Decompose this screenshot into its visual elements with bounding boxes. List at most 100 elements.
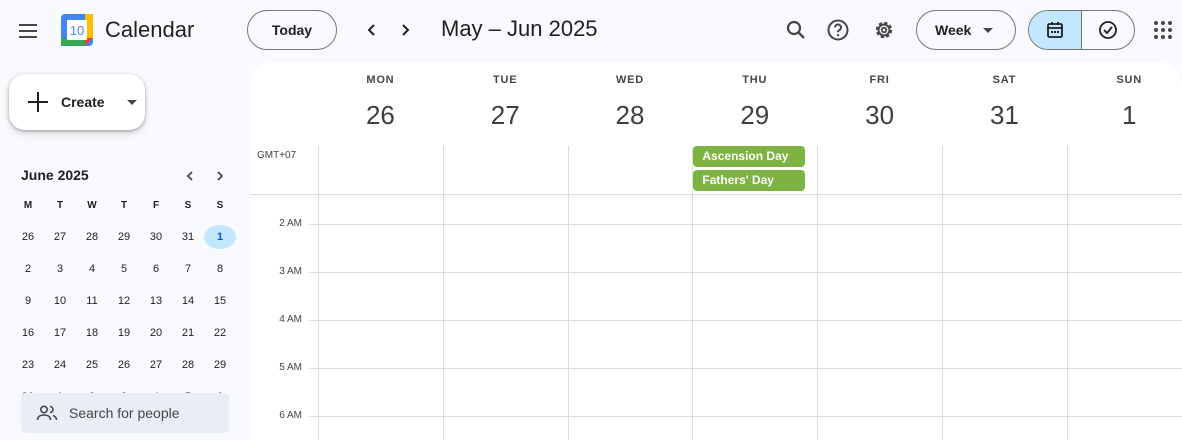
- search-icon: [786, 20, 805, 39]
- day-number: 27: [490, 100, 520, 130]
- mini-calendar-day[interactable]: 14: [172, 289, 204, 313]
- mini-calendar-day[interactable]: 4: [76, 257, 108, 281]
- help-icon: [827, 19, 849, 41]
- main-menu-button[interactable]: [16, 18, 42, 44]
- search-people-input[interactable]: Search for people: [21, 393, 229, 433]
- menu-icon-line: [19, 36, 37, 38]
- day-of-week-label: MON: [366, 74, 395, 86]
- day-column-header[interactable]: TUE 27: [443, 62, 568, 146]
- create-button[interactable]: Create: [9, 74, 145, 130]
- day-of-week-label: FRI: [869, 74, 890, 86]
- mini-calendar-day[interactable]: 20: [140, 321, 172, 345]
- calendar-logo-icon[interactable]: 10: [60, 13, 94, 47]
- all-day-event-chip[interactable]: Fathers' Day: [693, 170, 806, 191]
- day-column-header[interactable]: MON 26: [318, 62, 443, 146]
- people-icon: [36, 405, 58, 421]
- mini-calendar-day[interactable]: 29: [204, 353, 236, 377]
- tasks-view-toggle[interactable]: [1082, 11, 1135, 49]
- mini-calendar-day[interactable]: 7: [172, 257, 204, 281]
- previous-week-button[interactable]: [358, 16, 386, 44]
- top-bar: 10 Calendar Today May – Jun 2025 Week: [0, 0, 1182, 62]
- today-button[interactable]: Today: [247, 10, 337, 50]
- hour-label: 6 AM: [279, 410, 302, 421]
- help-button[interactable]: [822, 14, 854, 46]
- mini-calendar-day[interactable]: 15: [204, 289, 236, 313]
- hour-label: 3 AM: [279, 266, 302, 277]
- mini-calendar-day[interactable]: 29: [108, 225, 140, 249]
- day-column-header[interactable]: WED 28: [568, 62, 693, 146]
- day-column-divider: [442, 146, 444, 440]
- view-switcher-dropdown[interactable]: Week: [916, 10, 1016, 50]
- apps-grid-icon: [1161, 35, 1165, 39]
- mini-calendar-day[interactable]: 1: [204, 225, 236, 249]
- timezone-label: GMT+07: [257, 150, 297, 161]
- mini-calendar-day[interactable]: 5: [108, 257, 140, 281]
- day-number: 28: [615, 100, 645, 130]
- hour-gridline: [318, 416, 1182, 417]
- mini-calendar-week-row: 2345678: [12, 253, 236, 285]
- apps-grid-icon: [1161, 21, 1165, 25]
- mini-calendar-day[interactable]: 17: [44, 321, 76, 345]
- mini-calendar-day[interactable]: 9: [12, 289, 44, 313]
- mini-calendar-day[interactable]: 25: [76, 353, 108, 377]
- mini-calendar-day[interactable]: 28: [172, 353, 204, 377]
- mini-calendar-day[interactable]: 30: [140, 225, 172, 249]
- mini-calendar-day[interactable]: 8: [204, 257, 236, 281]
- mini-calendar-weekday-row: MTWTFSS: [12, 196, 236, 214]
- mini-calendar-day[interactable]: 23: [12, 353, 44, 377]
- mini-calendar-weekday: T: [120, 199, 128, 211]
- calendar-view-toggle[interactable]: [1029, 11, 1082, 49]
- settings-button[interactable]: [868, 14, 900, 46]
- search-button[interactable]: [780, 14, 812, 46]
- apps-grid-button[interactable]: [1150, 17, 1176, 43]
- day-of-week-label: SUN: [1116, 74, 1142, 86]
- all-day-event-chip[interactable]: Ascension Day: [693, 146, 806, 167]
- mini-calendar-day[interactable]: 21: [172, 321, 204, 345]
- day-column-header[interactable]: SAT 31: [942, 62, 1067, 146]
- mini-calendar-day[interactable]: 11: [76, 289, 108, 313]
- mini-calendar-day[interactable]: 26: [12, 225, 44, 249]
- day-number: 29: [740, 100, 770, 130]
- mini-calendar-day[interactable]: 13: [140, 289, 172, 313]
- mini-calendar-next-button[interactable]: [210, 166, 230, 186]
- day-column-divider: [318, 146, 319, 440]
- hour-label: 2 AM: [279, 218, 302, 229]
- mini-calendar-day[interactable]: 31: [172, 225, 204, 249]
- day-column-divider: [1066, 146, 1068, 440]
- day-of-week-label: WED: [615, 74, 645, 86]
- day-column-header[interactable]: SUN 1: [1067, 62, 1182, 146]
- apps-grid-icon: [1168, 28, 1172, 32]
- create-label: Create: [61, 94, 105, 110]
- mini-calendar-prev-button[interactable]: [180, 166, 200, 186]
- mini-calendar-day[interactable]: 2: [12, 257, 44, 281]
- mini-calendar-day[interactable]: 24: [44, 353, 76, 377]
- apps-grid-icon: [1161, 28, 1165, 32]
- tasks-icon: [1098, 21, 1117, 39]
- mini-calendar-day[interactable]: 27: [44, 225, 76, 249]
- day-number: 30: [865, 100, 895, 130]
- day-of-week-label: TUE: [492, 74, 518, 86]
- dropdown-caret-icon: [983, 28, 993, 33]
- mini-calendar-weekday: T: [56, 199, 64, 211]
- app-title: Calendar: [105, 17, 195, 42]
- day-number: 31: [989, 100, 1019, 130]
- mini-calendar-day[interactable]: 18: [76, 321, 108, 345]
- mini-calendar-day[interactable]: 16: [12, 321, 44, 345]
- mini-calendar-day[interactable]: 10: [44, 289, 76, 313]
- mini-calendar-day[interactable]: 19: [108, 321, 140, 345]
- hour-gridline: [318, 272, 1182, 273]
- day-of-week-label: THU: [742, 74, 768, 86]
- mini-calendar-day[interactable]: 26: [108, 353, 140, 377]
- mini-calendar-day[interactable]: 3: [44, 257, 76, 281]
- mini-calendar-day[interactable]: 28: [76, 225, 108, 249]
- mini-calendar-week-row: 26 27 28 29 30 31 1: [12, 221, 236, 253]
- next-week-button[interactable]: [391, 16, 419, 44]
- mini-calendar-day[interactable]: 6: [140, 257, 172, 281]
- mini-calendar-day[interactable]: 27: [140, 353, 172, 377]
- hour-gridline: [318, 320, 1182, 321]
- mini-calendar-day[interactable]: 12: [108, 289, 140, 313]
- search-people-placeholder: Search for people: [69, 405, 180, 421]
- day-column-header[interactable]: THU 29: [692, 62, 817, 146]
- mini-calendar-day[interactable]: 22: [204, 321, 236, 345]
- day-column-header[interactable]: FRI 30: [817, 62, 942, 146]
